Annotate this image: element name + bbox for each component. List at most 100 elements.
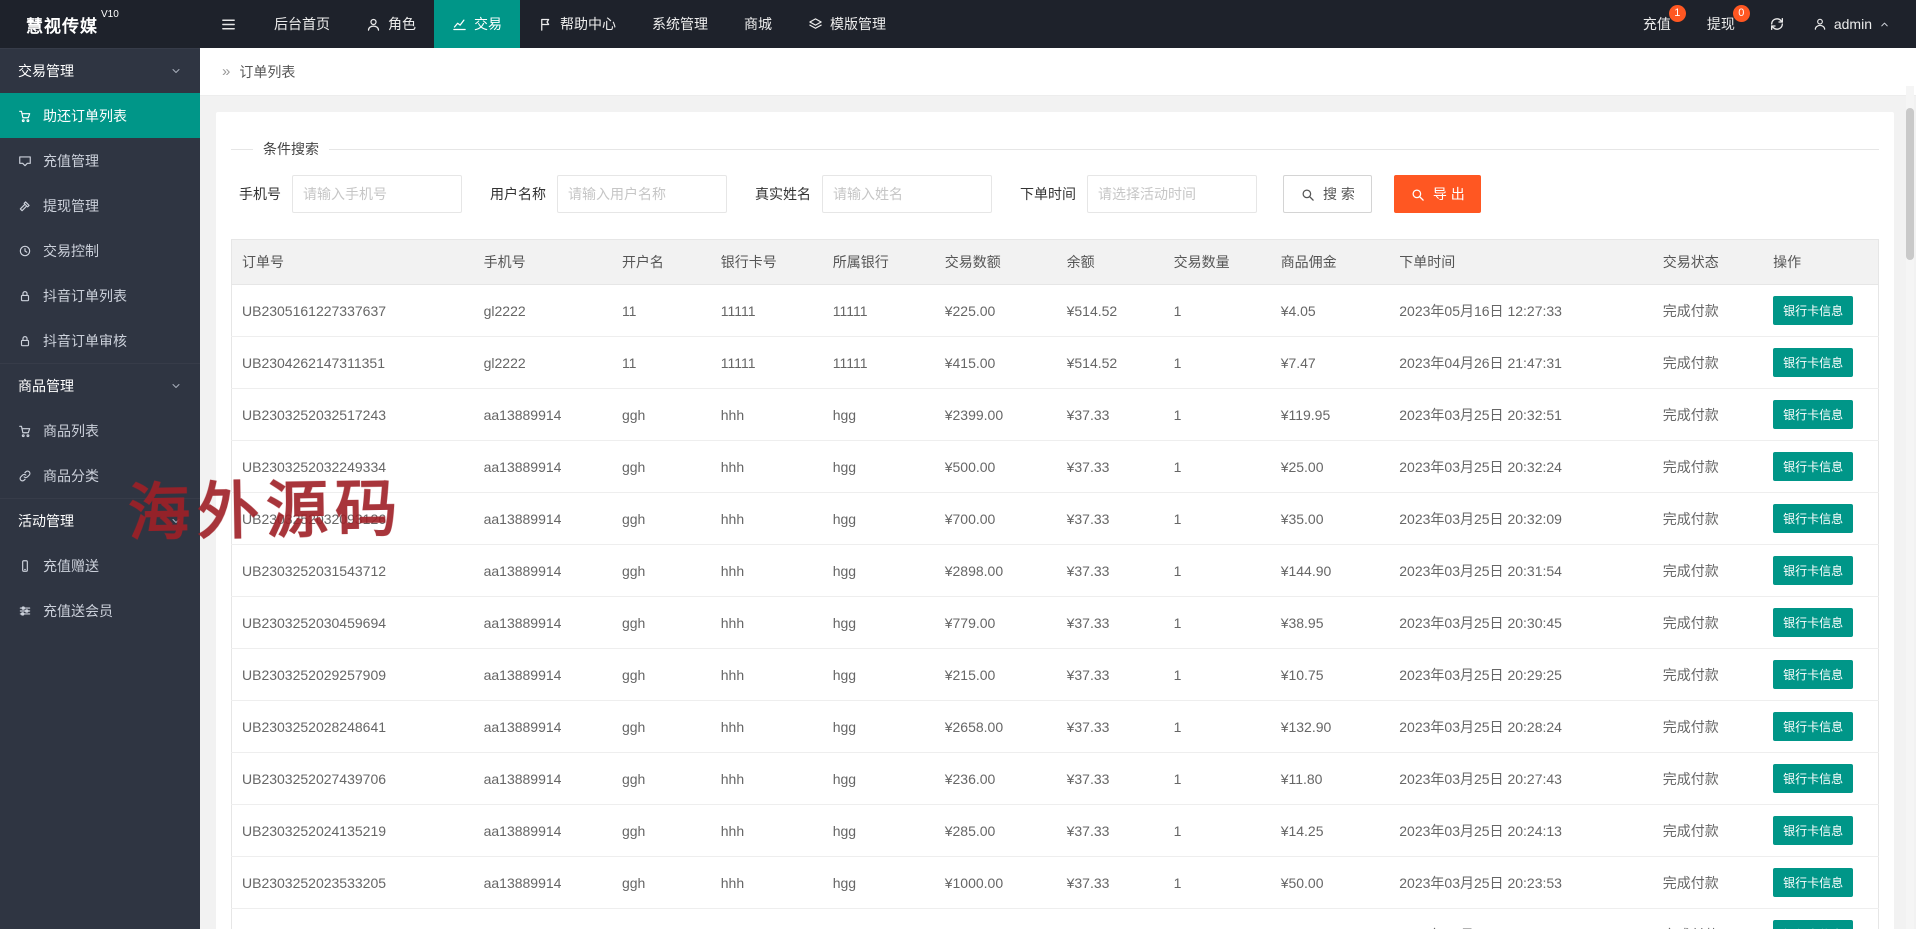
- cell-balance: ¥41.53: [1057, 909, 1164, 929]
- field-input-realname[interactable]: [822, 175, 992, 213]
- nav-item-label: 后台首页: [274, 14, 330, 34]
- cell-action: 银行卡信息: [1763, 753, 1878, 805]
- lock-icon: [18, 334, 32, 348]
- cell-quantity: 1: [1164, 545, 1271, 597]
- column-header-3: 银行卡号: [711, 240, 823, 285]
- bank-card-info-button[interactable]: 银行卡信息: [1773, 504, 1853, 533]
- field-input-order-time[interactable]: [1087, 175, 1257, 213]
- cell-account-name: 11: [612, 285, 711, 337]
- cell-balance: ¥514.52: [1057, 337, 1164, 389]
- cell-order-time: 2023年03月25日 20:23:53: [1389, 857, 1653, 909]
- column-header-11: 操作: [1763, 240, 1878, 285]
- export-button[interactable]: 导 出: [1394, 175, 1481, 213]
- comment-icon: [18, 154, 32, 168]
- breadcrumb-current[interactable]: 订单列表: [239, 62, 295, 82]
- bank-card-info-button[interactable]: 银行卡信息: [1773, 608, 1853, 637]
- search-button[interactable]: 搜 索: [1283, 175, 1372, 213]
- user-menu[interactable]: admin: [1801, 0, 1902, 48]
- sidebar-item-recharge-management[interactable]: 充值管理: [0, 138, 200, 183]
- cell-quantity: 1: [1164, 649, 1271, 701]
- cell-order-id: UB2303252030459694: [232, 597, 474, 649]
- sidebar-item-goods-management[interactable]: 商品管理: [0, 363, 200, 408]
- cell-quantity: 1: [1164, 753, 1271, 805]
- bank-card-info-button[interactable]: 银行卡信息: [1773, 452, 1853, 481]
- cell-quantity: 1: [1164, 597, 1271, 649]
- field-input-username[interactable]: [557, 175, 727, 213]
- sidebar-item-goods-list[interactable]: 商品列表: [0, 408, 200, 453]
- cell-amount: ¥215.00: [935, 649, 1057, 701]
- order-row: UB2303252032249334aa13889914gghhhhhgg¥50…: [232, 441, 1879, 493]
- cell-bank-card-no: 11111: [711, 285, 823, 337]
- field-input-phone[interactable]: [292, 175, 462, 213]
- bank-card-info-button[interactable]: 银行卡信息: [1773, 660, 1853, 689]
- recharge-link[interactable]: 充值 1: [1625, 0, 1689, 48]
- cell-status: 完成付款: [1653, 597, 1763, 649]
- user-icon: [1813, 17, 1827, 31]
- cell-action: 银行卡信息: [1763, 649, 1878, 701]
- order-row: UB2303252024135219aa13889914gghhhhhgg¥28…: [232, 805, 1879, 857]
- bank-card-info-button[interactable]: 银行卡信息: [1773, 920, 1853, 929]
- cell-balance: ¥37.33: [1057, 493, 1164, 545]
- cell-balance: ¥37.33: [1057, 545, 1164, 597]
- cell-commission: ¥144.90: [1271, 545, 1390, 597]
- sidebar-item-repay-order-list[interactable]: 助还订单列表: [0, 93, 200, 138]
- nav-item-help-center[interactable]: 帮助中心: [520, 0, 634, 48]
- sidebar-item-recharge-vip[interactable]: 充值送会员: [0, 588, 200, 633]
- column-header-6: 余额: [1057, 240, 1164, 285]
- sidebar-item-activity-management[interactable]: 活动管理: [0, 498, 200, 543]
- cell-bank: hgg: [823, 701, 935, 753]
- admin-name: admin: [1834, 16, 1872, 32]
- bank-card-info-button[interactable]: 银行卡信息: [1773, 556, 1853, 585]
- cell-action: 银行卡信息: [1763, 285, 1878, 337]
- bank-card-info-button[interactable]: 银行卡信息: [1773, 764, 1853, 793]
- cart-icon: [18, 109, 32, 123]
- export-button-label: 导 出: [1433, 184, 1465, 204]
- chevron-down-icon: [170, 515, 182, 527]
- cell-bank: 11111: [823, 337, 935, 389]
- sidebar-item-douyin-order-list[interactable]: 抖音订单列表: [0, 273, 200, 318]
- sidebar-item-trade-control[interactable]: 交易控制: [0, 228, 200, 273]
- logo[interactable]: 慧视传媒 V10: [0, 0, 200, 48]
- order-row: UB2303252031543712aa13889914gghhhhhgg¥28…: [232, 545, 1879, 597]
- nav-item-home[interactable]: 后台首页: [256, 0, 348, 48]
- cell-order-time: 2023年03月25日 20:27:43: [1389, 753, 1653, 805]
- sidebar-item-label: 商品管理: [18, 376, 74, 396]
- cell-action: 银行卡信息: [1763, 597, 1878, 649]
- cell-account-name: 11: [612, 337, 711, 389]
- sidebar-item-douyin-order-review[interactable]: 抖音订单审核: [0, 318, 200, 363]
- nav-item-label: 交易: [474, 14, 502, 34]
- search-legend: 条件搜索: [253, 139, 329, 159]
- nav-item-roles[interactable]: 角色: [348, 0, 434, 48]
- nav-item-templates[interactable]: 模版管理: [790, 0, 904, 48]
- layers-icon: [808, 17, 823, 32]
- bank-card-info-button[interactable]: 银行卡信息: [1773, 868, 1853, 897]
- nav-item-system[interactable]: 系统管理: [634, 0, 726, 48]
- bank-card-info-button[interactable]: 银行卡信息: [1773, 296, 1853, 325]
- sidebar-item-goods-category[interactable]: 商品分类: [0, 453, 200, 498]
- withdraw-link[interactable]: 提现 0: [1689, 0, 1753, 48]
- bank-card-info-button[interactable]: 银行卡信息: [1773, 712, 1853, 741]
- nav-item-mall[interactable]: 商城: [726, 0, 790, 48]
- bank-card-info-button[interactable]: 银行卡信息: [1773, 816, 1853, 845]
- cell-status: 完成付款: [1653, 753, 1763, 805]
- refresh-button[interactable]: [1753, 0, 1801, 48]
- nav-item-trade[interactable]: 交易: [434, 0, 520, 48]
- sidebar-item-withdraw-management[interactable]: 提现管理: [0, 183, 200, 228]
- scrollbar[interactable]: [1906, 86, 1914, 929]
- cell-balance: ¥514.52: [1057, 285, 1164, 337]
- breadcrumb: » 订单列表: [200, 48, 1916, 96]
- cell-status: 完成付款: [1653, 441, 1763, 493]
- sidebar-toggle-button[interactable]: [200, 0, 256, 48]
- sidebar-item-label: 商品分类: [43, 466, 99, 486]
- sliders-icon: [18, 604, 32, 618]
- search-field-order-time: 下单时间: [1020, 175, 1257, 213]
- bank-card-info-button[interactable]: 银行卡信息: [1773, 348, 1853, 377]
- sidebar-item-trade-management[interactable]: 交易管理: [0, 48, 200, 93]
- bank-card-info-button[interactable]: 银行卡信息: [1773, 400, 1853, 429]
- scrollbar-thumb[interactable]: [1906, 108, 1914, 260]
- sidebar-item-recharge-gift[interactable]: 充值赠送: [0, 543, 200, 588]
- cell-amount: ¥285.00: [935, 805, 1057, 857]
- cell-order-time: 2023年03月25日 20:28:24: [1389, 701, 1653, 753]
- cell-commission: ¥119.95: [1271, 389, 1390, 441]
- cell-bank-card-no: hhh: [711, 389, 823, 441]
